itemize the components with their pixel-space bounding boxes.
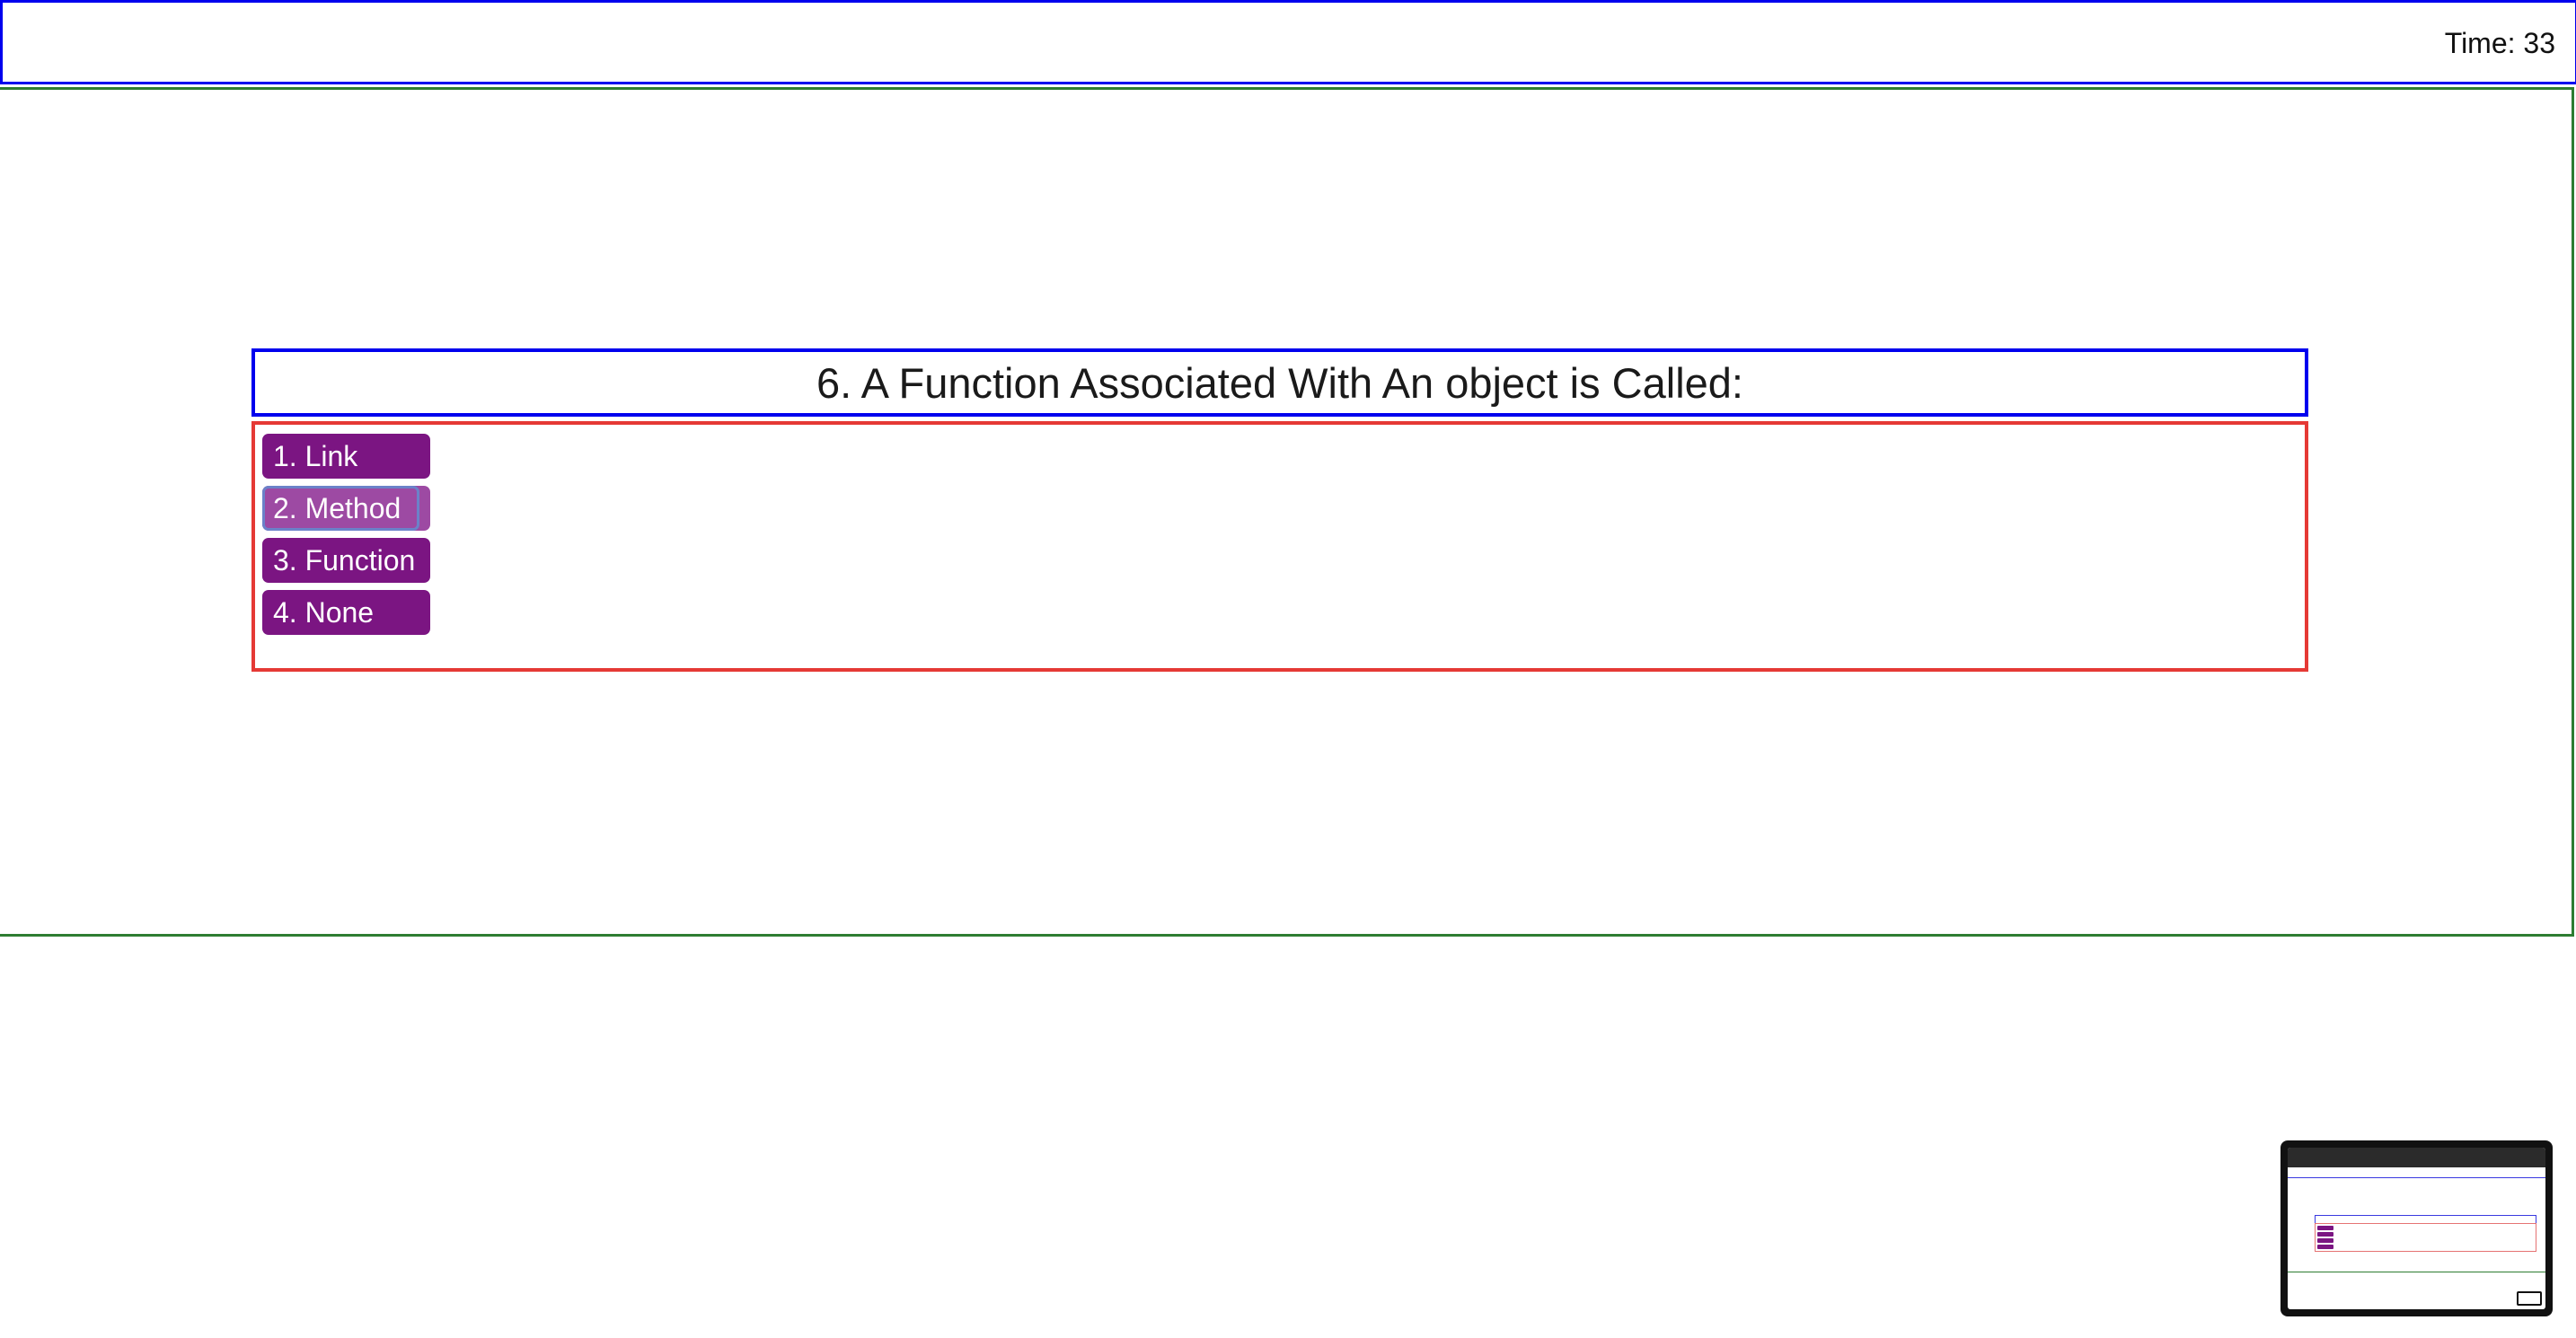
question-text: 6. A Function Associated With An object …: [816, 358, 1743, 407]
thumbnail-options-box: [2315, 1223, 2536, 1252]
answer-option-label: 2. Method: [273, 492, 401, 524]
thumbnail-mini-preview: [2517, 1291, 2542, 1306]
answer-option-2[interactable]: 2. Method: [262, 486, 430, 531]
thumbnail-option: [2317, 1245, 2333, 1249]
answer-option-3[interactable]: 3. Function: [262, 538, 430, 583]
answer-options: 1. Link 2. Method 3. Function 4. None: [251, 421, 2308, 672]
answer-option-label: 1. Link: [273, 440, 358, 472]
answer-option-label: 4. None: [273, 596, 375, 629]
thumbnail-option: [2317, 1238, 2333, 1243]
answer-option-4[interactable]: 4. None: [262, 590, 430, 635]
header-bar: Time: 33: [0, 0, 2576, 84]
answer-option-label: 3. Function: [273, 544, 416, 577]
question-box: 6. A Function Associated With An object …: [251, 348, 2308, 417]
thumbnail-header: [2288, 1170, 2545, 1178]
thumbnail-option: [2317, 1232, 2333, 1237]
answer-option-1[interactable]: 1. Link: [262, 434, 430, 479]
thumbnail-browser-bar: [2288, 1148, 2545, 1167]
timer-label: Time: 33: [2444, 27, 2555, 59]
screen-preview-thumbnail[interactable]: [2280, 1140, 2553, 1316]
thumbnail-screen: [2288, 1148, 2545, 1309]
thumbnail-option: [2317, 1226, 2333, 1230]
